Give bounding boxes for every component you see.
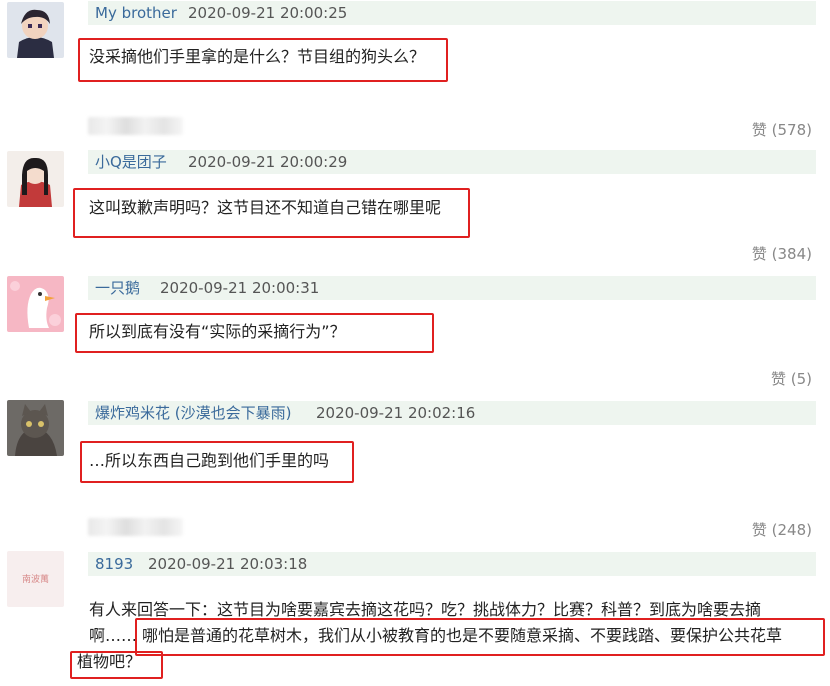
redacted-reply [88, 518, 183, 536]
username[interactable]: My brother [95, 1, 177, 25]
highlight-box [135, 618, 825, 656]
highlight-box [75, 313, 434, 353]
username[interactable]: 8193 [95, 552, 133, 576]
username[interactable]: 小Q是团子 [95, 150, 167, 174]
timestamp: 2020-09-21 20:00:29 [188, 153, 348, 171]
avatar[interactable]: 南波萬 [7, 551, 64, 607]
avatar-text: 南波萬 [22, 573, 49, 585]
username[interactable]: 一只鹅 [95, 276, 140, 300]
like-button[interactable]: 赞 (248) [752, 520, 812, 540]
timestamp: 2020-09-21 20:00:31 [160, 279, 320, 297]
timestamp: 2020-09-21 20:02:16 [316, 404, 476, 422]
comment-text: 啊…… [89, 626, 138, 645]
highlight-box [70, 651, 163, 679]
avatar[interactable] [7, 151, 64, 207]
redacted-reply [88, 117, 183, 135]
timestamp: 2020-09-21 20:03:18 [148, 555, 308, 573]
avatar[interactable] [7, 400, 64, 456]
like-button[interactable]: 赞 (578) [752, 120, 812, 140]
avatar[interactable] [7, 276, 64, 332]
highlight-box [78, 38, 448, 82]
like-button[interactable]: 赞 (384) [752, 244, 812, 264]
avatar[interactable] [7, 2, 64, 58]
like-button[interactable]: 赞 (5) [771, 369, 812, 389]
timestamp: 2020-09-21 20:00:25 [188, 4, 348, 22]
highlight-box [73, 188, 470, 238]
highlight-box [80, 441, 354, 483]
username[interactable]: 爆炸鸡米花 (沙漠也会下暴雨) [95, 401, 291, 425]
